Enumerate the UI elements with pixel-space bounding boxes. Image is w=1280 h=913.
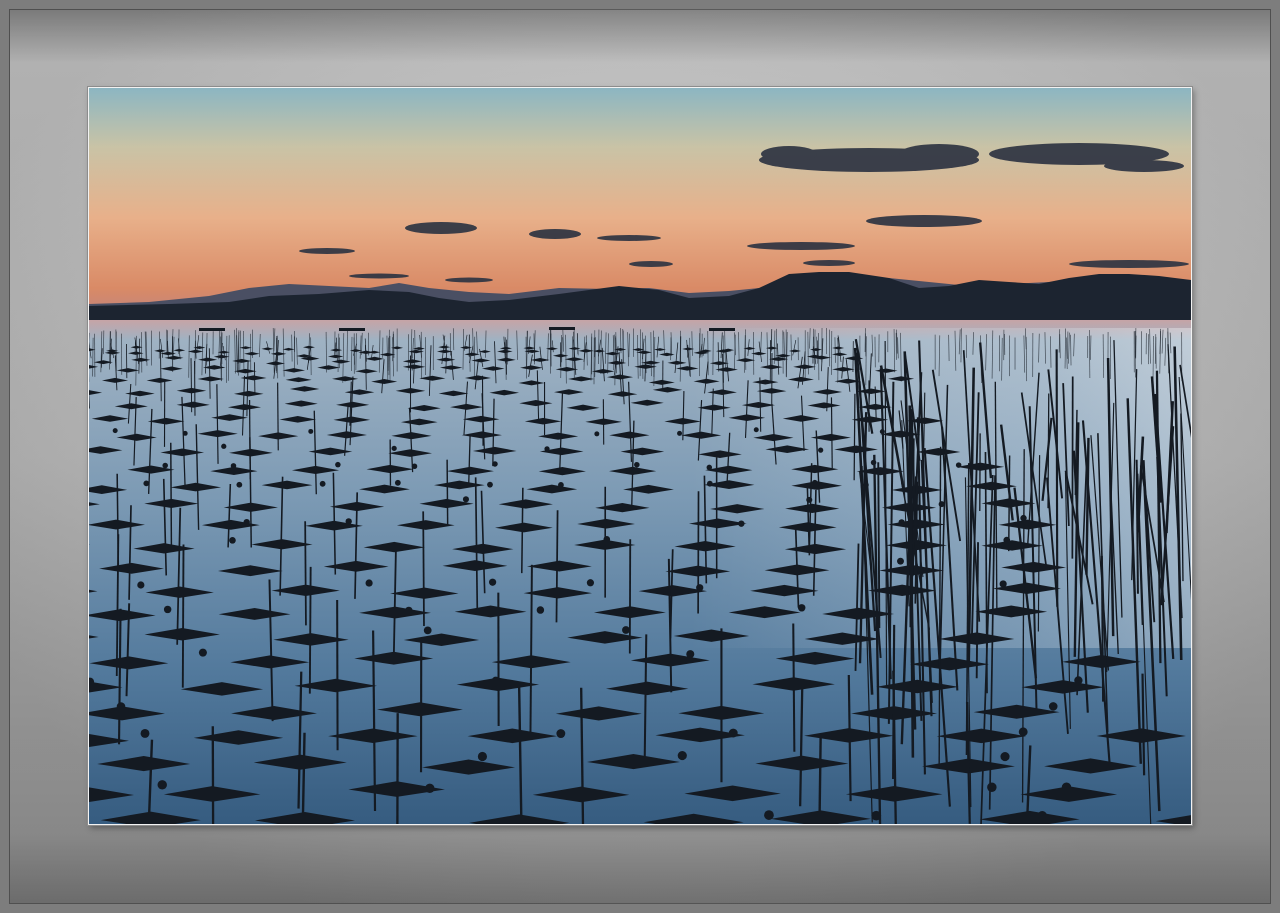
pole bbox=[555, 510, 559, 623]
buoy bbox=[586, 579, 595, 587]
buoy bbox=[753, 427, 759, 433]
buoy bbox=[818, 447, 824, 453]
buoy bbox=[462, 496, 470, 503]
cloud bbox=[349, 273, 409, 279]
reed bbox=[1055, 349, 1059, 607]
cloud bbox=[747, 242, 855, 250]
pole bbox=[308, 566, 312, 694]
cloud bbox=[803, 260, 855, 266]
buoy bbox=[112, 428, 118, 434]
photograph bbox=[88, 87, 1192, 825]
cloud bbox=[405, 222, 477, 234]
buoy bbox=[477, 751, 487, 762]
buoy bbox=[797, 604, 806, 612]
buoy bbox=[897, 557, 904, 565]
buoy bbox=[163, 605, 172, 614]
pole bbox=[170, 442, 173, 550]
buoy bbox=[536, 606, 545, 614]
buoy bbox=[594, 431, 600, 437]
pole bbox=[253, 362, 256, 394]
pole bbox=[792, 623, 796, 752]
buoy bbox=[140, 729, 150, 738]
buoy bbox=[677, 430, 683, 436]
pole bbox=[853, 393, 856, 481]
seaweed-farm-scene bbox=[89, 88, 1191, 824]
buoy bbox=[492, 461, 498, 467]
buoy bbox=[487, 481, 493, 488]
buoy bbox=[319, 480, 326, 487]
cloud bbox=[761, 146, 817, 162]
buoy bbox=[198, 648, 207, 657]
buoy bbox=[622, 626, 630, 634]
pole bbox=[446, 459, 449, 526]
buoy bbox=[677, 750, 687, 761]
buoy bbox=[391, 445, 397, 451]
buoy bbox=[162, 462, 168, 469]
buoy bbox=[308, 428, 314, 434]
pole bbox=[830, 397, 833, 469]
buoy bbox=[157, 780, 167, 790]
buoy bbox=[1048, 702, 1058, 711]
buoy bbox=[987, 782, 997, 792]
buoy bbox=[764, 810, 774, 820]
cloud bbox=[529, 229, 581, 239]
boat bbox=[339, 328, 365, 331]
buoy bbox=[143, 480, 150, 487]
cloud bbox=[1104, 160, 1184, 172]
pole bbox=[304, 521, 307, 626]
buoy bbox=[556, 729, 566, 738]
buoy bbox=[394, 479, 401, 486]
buoy bbox=[488, 578, 497, 586]
reed bbox=[877, 462, 881, 629]
pole bbox=[301, 732, 306, 824]
buoy bbox=[137, 581, 145, 589]
buoy bbox=[423, 626, 432, 635]
cloud bbox=[597, 235, 661, 241]
buoy bbox=[236, 481, 243, 488]
buoy bbox=[1000, 751, 1010, 762]
cloud bbox=[866, 215, 982, 227]
cloud bbox=[899, 144, 979, 164]
boat bbox=[199, 328, 225, 331]
buoy bbox=[229, 537, 236, 544]
buoy bbox=[411, 463, 418, 470]
cloud bbox=[299, 248, 355, 254]
pole bbox=[422, 511, 425, 627]
buoy bbox=[335, 461, 341, 468]
pole bbox=[521, 487, 524, 574]
pole bbox=[181, 544, 185, 688]
pole bbox=[818, 733, 822, 824]
buoy bbox=[634, 461, 640, 468]
boat bbox=[709, 328, 735, 331]
pole bbox=[277, 382, 279, 451]
buoy bbox=[221, 443, 227, 449]
boat bbox=[549, 327, 575, 330]
cloud bbox=[445, 277, 493, 283]
buoy bbox=[365, 579, 373, 587]
cloud bbox=[1069, 260, 1189, 268]
cloud bbox=[629, 261, 673, 267]
